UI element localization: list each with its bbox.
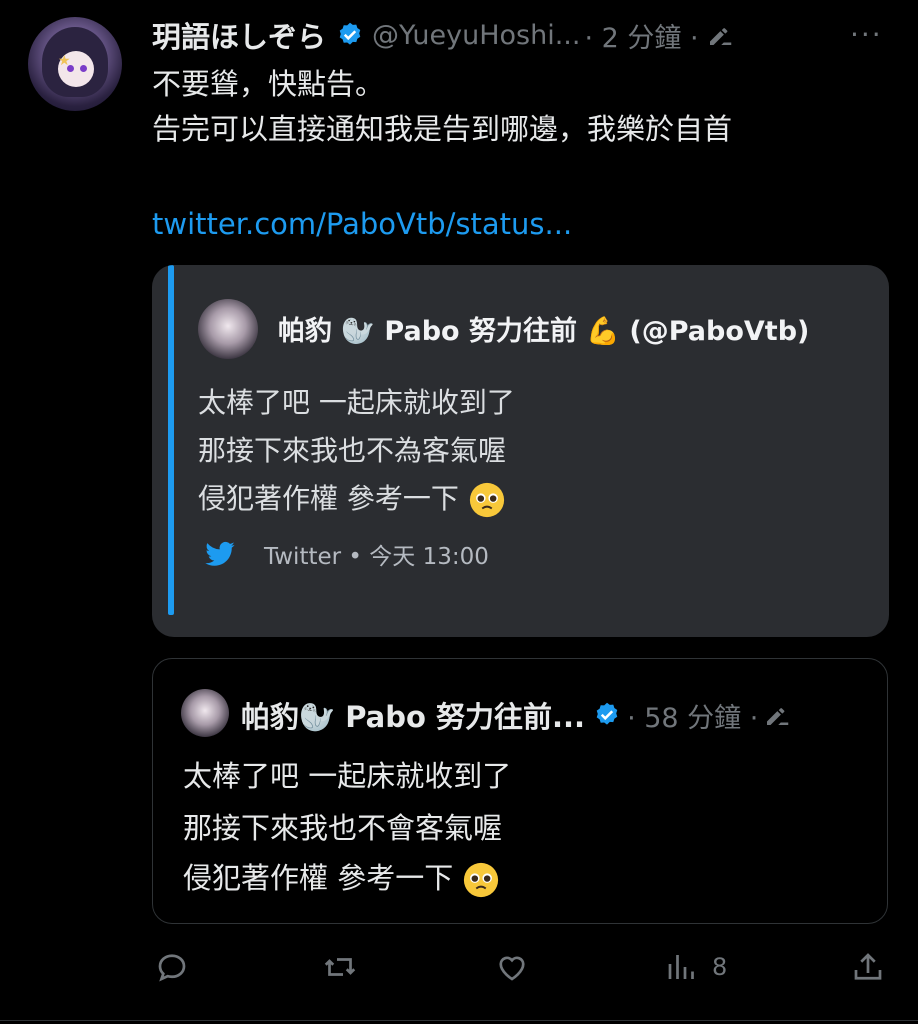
like-button[interactable] xyxy=(494,944,530,990)
verified-icon xyxy=(596,702,618,725)
reply-button[interactable] xyxy=(154,944,190,990)
edit-icon xyxy=(709,28,731,45)
embed-author-avatar xyxy=(198,299,258,359)
reply-icon xyxy=(158,954,186,982)
author-avatar[interactable]: ★ xyxy=(28,17,122,111)
quoted-author-name: 帕豹🦭 Pabo 努力往前... xyxy=(241,700,586,734)
quoted-tweet-time: · 58 分鐘 · xyxy=(627,702,759,734)
share-button[interactable] xyxy=(850,944,886,990)
tweet-actions: 8 xyxy=(152,944,888,990)
tweet-text: 不要聳，快點告。 告完可以直接通知我是告到哪邊，我樂於自首 xyxy=(152,62,732,152)
author-handle[interactable]: @YueyuHoshi... xyxy=(372,20,580,51)
embed-footer: Twitter • 今天 13:00 xyxy=(204,537,489,571)
tweet-text-line: 不要聳，快點告。 xyxy=(152,67,385,101)
tweet-link[interactable]: twitter.com/PaboVtb/status... xyxy=(152,202,572,247)
views-button[interactable]: 8 xyxy=(664,944,727,990)
retweet-button[interactable] xyxy=(322,944,358,990)
pleading-face-emoji xyxy=(469,482,504,518)
quoted-text-line: 那接下來我也不會客氣喔 xyxy=(183,811,503,845)
quoted-author-avatar xyxy=(181,689,229,737)
embed-accent-bar xyxy=(168,265,174,615)
views-icon xyxy=(668,955,694,979)
embed-text-line: 那接下來我也不為客氣喔 xyxy=(198,434,507,467)
embed-text-line-3-text: 侵犯著作權 參考一下 xyxy=(198,482,459,515)
edit-icon xyxy=(767,708,789,725)
tweet-header: 玥語ほしぞら @YueyuHoshi... · 2 分鐘 · xyxy=(152,14,735,56)
views-count: 8 xyxy=(712,953,728,981)
share-icon xyxy=(854,953,882,980)
embed-text-line-3: 侵犯著作權 參考一下 xyxy=(198,477,506,519)
tweet-text-line: 告完可以直接通知我是告到哪邊，我樂於自首 xyxy=(152,112,733,146)
verified-icon xyxy=(339,22,361,45)
divider xyxy=(0,1020,918,1021)
quoted-tweet-header: 帕豹🦭 Pabo 努力往前... · 58 分鐘 · xyxy=(241,695,792,735)
like-icon xyxy=(499,956,525,981)
embed-text-line: 太棒了吧 一起床就收到了 xyxy=(198,386,515,419)
pleading-face-emoji xyxy=(464,862,499,898)
retweet-icon xyxy=(324,958,356,976)
more-options-button[interactable]: ··· xyxy=(850,18,883,51)
embedded-image-card[interactable]: 帕豹 🦭 Pabo 努力往前 💪 (@PaboVtb) 太棒了吧 一起床就收到了… xyxy=(152,265,889,637)
twitter-bird-icon xyxy=(205,541,235,566)
quoted-text-line-3-text: 侵犯著作權 參考一下 xyxy=(183,861,454,895)
embed-author-name: 帕豹 🦭 Pabo 努力往前 💪 (@PaboVtb) xyxy=(278,316,810,347)
embed-footer-text: Twitter • 今天 13:00 xyxy=(264,544,489,570)
quoted-tweet[interactable]: 帕豹🦭 Pabo 努力往前... · 58 分鐘 · 太棒了吧 一起床就收到了 … xyxy=(152,658,888,924)
author-name[interactable]: 玥語ほしぞら xyxy=(152,14,326,56)
quoted-text-line-3: 侵犯著作權 參考一下 xyxy=(183,855,500,899)
tweet-time[interactable]: · 2 分鐘 · xyxy=(584,16,698,55)
quoted-text-line: 太棒了吧 一起床就收到了 xyxy=(183,759,512,793)
